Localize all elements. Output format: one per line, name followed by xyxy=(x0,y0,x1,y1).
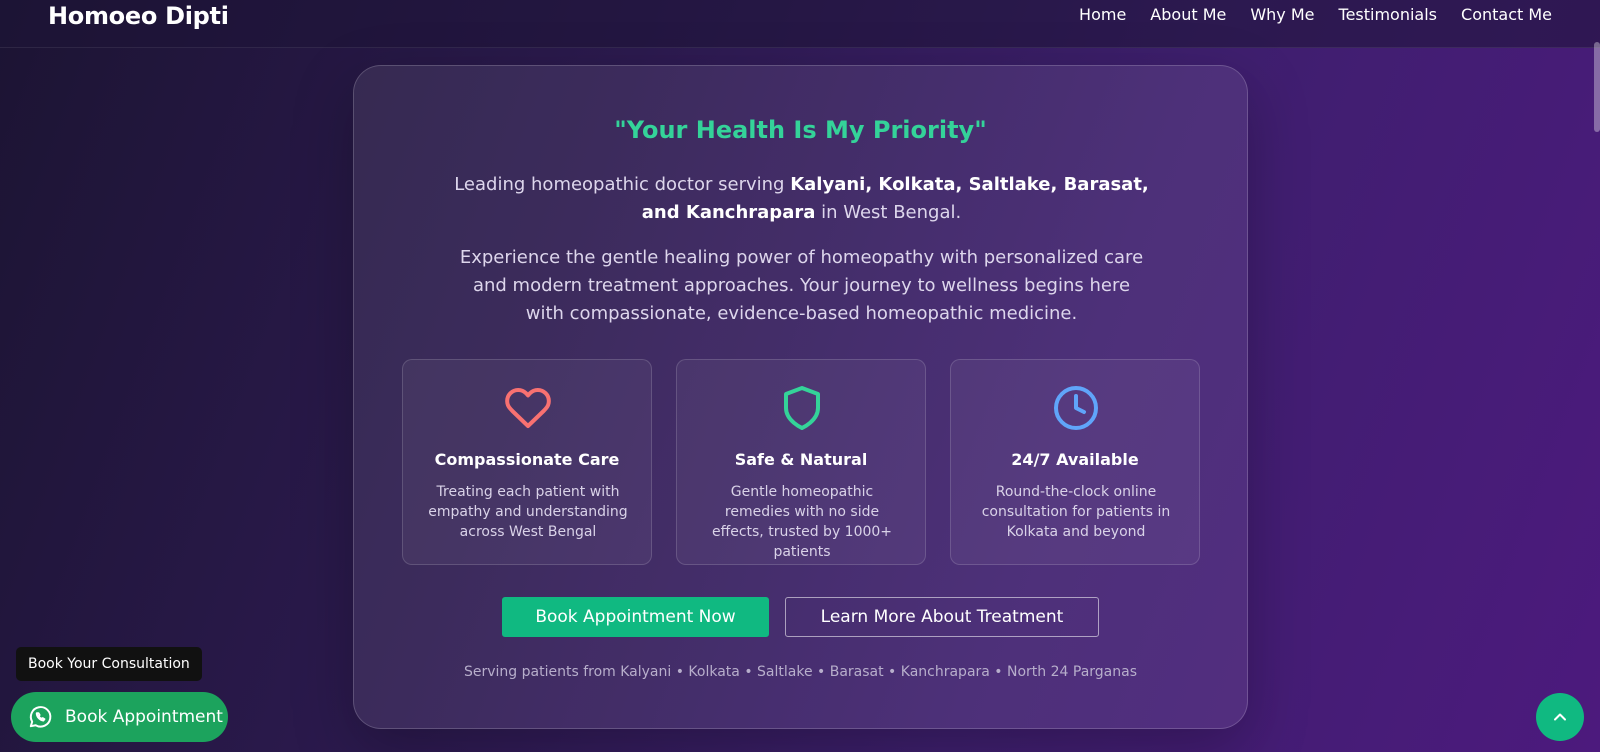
feature-title: 24/7 Available xyxy=(1011,450,1139,469)
shield-icon xyxy=(784,386,820,430)
hero-actions: Book Appointment Now Learn More About Tr… xyxy=(502,597,1099,637)
nav-testimonials[interactable]: Testimonials xyxy=(1339,5,1438,24)
hero-card: "Your Health Is My Priority" Leading hom… xyxy=(353,65,1248,729)
scroll-to-top-button[interactable] xyxy=(1536,693,1584,741)
feature-cards: Compassionate Care Treating each patient… xyxy=(402,359,1200,565)
nav-home[interactable]: Home xyxy=(1079,5,1126,24)
feature-card-24-7-available: 24/7 Available Round-the-clock online co… xyxy=(950,359,1200,565)
hero-lead: Leading homeopathic doctor serving Kalya… xyxy=(454,171,1149,227)
whatsapp-button-label: Book Appointment xyxy=(65,707,223,727)
page-scrollbar-thumb[interactable] xyxy=(1594,42,1600,132)
feature-text: Treating each patient with empathy and u… xyxy=(428,484,628,540)
whatsapp-icon xyxy=(29,706,52,728)
whatsapp-book-appointment-button[interactable]: Book Appointment xyxy=(11,692,228,742)
clock-icon xyxy=(1054,386,1098,430)
hero-description: Experience the gentle healing power of h… xyxy=(459,247,1144,324)
nav-why-me[interactable]: Why Me xyxy=(1250,5,1314,24)
consultation-tooltip: Book Your Consultation xyxy=(16,647,202,681)
nav-contact-me[interactable]: Contact Me xyxy=(1461,5,1552,24)
feature-card-compassionate-care: Compassionate Care Treating each patient… xyxy=(402,359,652,565)
learn-more-treatment-button[interactable]: Learn More About Treatment xyxy=(785,597,1099,637)
book-appointment-now-button[interactable]: Book Appointment Now xyxy=(502,597,769,637)
main-nav: Home About Me Why Me Testimonials Contac… xyxy=(1079,5,1552,24)
serving-locations-text: Serving patients from Kalyani • Kolkata … xyxy=(464,664,1137,680)
top-navbar: Homoeo Dipti Home About Me Why Me Testim… xyxy=(0,0,1600,48)
hero-tagline: "Your Health Is My Priority" xyxy=(614,116,987,144)
lead-suffix: in West Bengal. xyxy=(815,202,962,223)
feature-text: Round-the-clock online consultation for … xyxy=(981,484,1171,540)
chevron-up-icon xyxy=(1554,713,1566,721)
nav-about-me[interactable]: About Me xyxy=(1150,5,1226,24)
feature-text: Gentle homeopathic remedies with no side… xyxy=(711,484,893,560)
lead-prefix: Leading homeopathic doctor serving xyxy=(454,174,791,195)
feature-card-safe-natural: Safe & Natural Gentle homeopathic remedi… xyxy=(676,359,926,565)
heart-icon xyxy=(505,387,551,428)
feature-title: Safe & Natural xyxy=(734,450,868,469)
feature-title: Compassionate Care xyxy=(434,450,620,469)
brand-logo-text[interactable]: Homoeo Dipti xyxy=(48,2,229,30)
